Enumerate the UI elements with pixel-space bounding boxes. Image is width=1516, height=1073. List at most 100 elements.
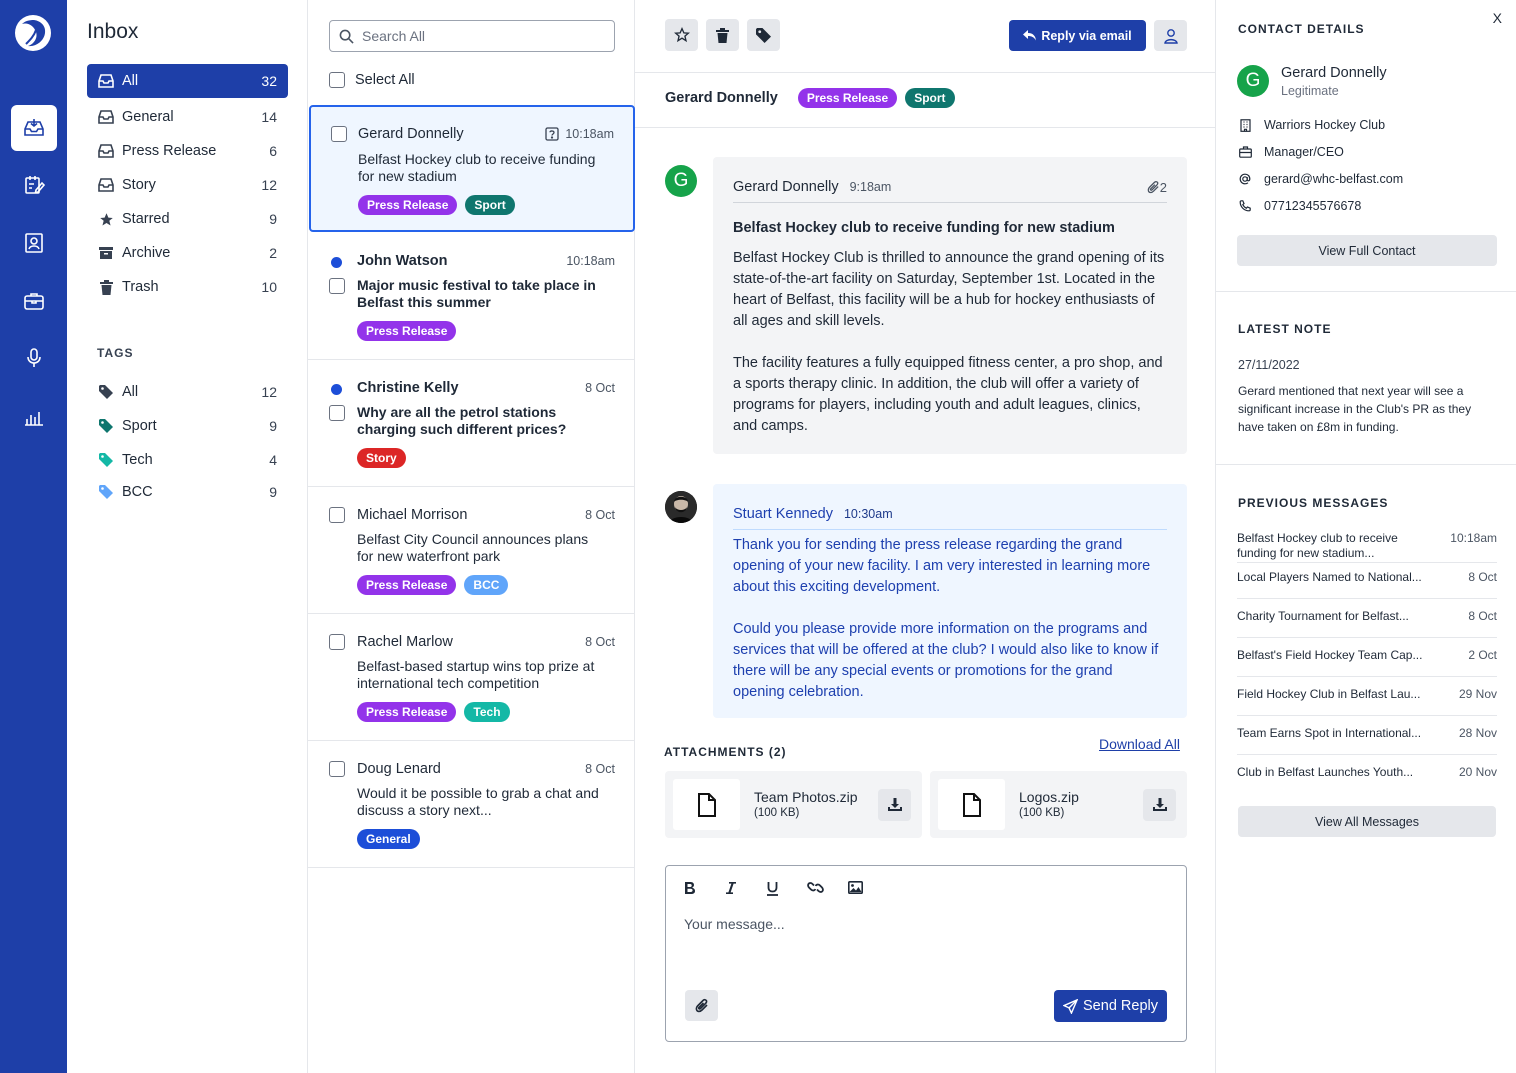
previous-message-item[interactable]: Charity Tournament for Belfast... 8 Oct [1237, 609, 1497, 638]
item-checkbox[interactable] [329, 507, 345, 523]
nav-inbox-icon[interactable] [11, 105, 57, 151]
avatar: G [1237, 65, 1269, 97]
download-all-link[interactable]: Download All [1099, 736, 1180, 752]
italic-icon[interactable] [725, 881, 766, 896]
nav-edit-icon[interactable] [11, 162, 57, 208]
previous-message-subject: Team Earns Spot in International... [1237, 726, 1422, 740]
folder-story[interactable]: Story 12 [87, 168, 288, 202]
close-panel-button[interactable]: X [1493, 10, 1502, 26]
underline-icon[interactable] [766, 881, 807, 896]
tag-label: Sport [122, 418, 157, 434]
search-box[interactable] [329, 20, 615, 52]
tag-pill[interactable]: Press Release [797, 88, 898, 108]
send-reply-button[interactable]: Send Reply [1054, 990, 1167, 1022]
item-time: 10:18am [545, 127, 614, 141]
attachment-card[interactable]: Team Photos.zip (100 KB) [665, 771, 922, 838]
list-item[interactable]: John Watson 10:18am Major music festival… [308, 233, 635, 360]
contact-phone[interactable]: 07712345576678 [1238, 199, 1361, 213]
item-subject: Would it be possible to grab a chat and … [357, 785, 599, 818]
download-button[interactable] [878, 789, 911, 821]
tag-button[interactable] [747, 19, 780, 51]
folder-count: 32 [261, 73, 277, 89]
previous-message-item[interactable]: Club in Belfast Launches Youth... 20 Nov [1237, 765, 1497, 794]
attachment-indicator[interactable]: 2 [1147, 180, 1167, 195]
item-sender: Rachel Marlow [357, 634, 453, 650]
tag-pill[interactable]: Sport [905, 88, 955, 108]
item-checkbox[interactable] [329, 278, 345, 294]
item-time: 8 Oct [585, 508, 615, 522]
tag-bcc[interactable]: BCC 9 [87, 475, 288, 509]
contact-toggle-button[interactable] [1154, 20, 1187, 51]
nav-briefcase-icon[interactable] [11, 278, 57, 324]
reply-arrow-icon [1023, 30, 1037, 41]
folder-archive[interactable]: Archive 2 [87, 236, 288, 270]
star-button[interactable] [665, 19, 698, 51]
nav-contacts-icon[interactable] [11, 220, 57, 266]
item-checkbox[interactable] [329, 634, 345, 650]
list-item[interactable]: Rachel Marlow 8 Oct Belfast-based startu… [308, 614, 635, 741]
tag-all[interactable]: All 12 [87, 375, 288, 409]
search-input[interactable] [362, 28, 602, 44]
folder-general[interactable]: General 14 [87, 100, 288, 134]
previous-message-subject: Belfast's Field Hockey Team Cap... [1237, 648, 1423, 662]
delete-button[interactable] [706, 19, 739, 51]
building-icon [1238, 118, 1252, 132]
attachment-card[interactable]: Logos.zip (100 KB) [930, 771, 1187, 838]
folder-press-release[interactable]: Press Release 6 [87, 134, 288, 168]
previous-messages-heading: PREVIOUS MESSAGES [1238, 496, 1389, 510]
download-button[interactable] [1143, 789, 1176, 821]
tag-tech[interactable]: Tech 4 [87, 443, 288, 477]
phone-icon [1238, 200, 1252, 212]
list-item[interactable]: Doug Lenard 8 Oct Would it be possible t… [308, 741, 635, 868]
item-checkbox[interactable] [329, 405, 345, 421]
previous-message-subject: Local Players Named to National... [1237, 570, 1422, 584]
select-all-label: Select All [355, 72, 415, 88]
nav-microphone-icon[interactable] [11, 335, 57, 381]
item-sender: Doug Lenard [357, 761, 441, 777]
view-full-contact-button[interactable]: View Full Contact [1237, 235, 1497, 266]
nav-analytics-icon[interactable] [11, 394, 57, 440]
select-all-checkbox[interactable] [329, 72, 345, 88]
attach-file-button[interactable] [685, 990, 718, 1021]
previous-message-item[interactable]: Team Earns Spot in International... 28 N… [1237, 726, 1497, 755]
download-icon [887, 798, 902, 812]
contact-details-heading: CONTACT DETAILS [1238, 22, 1365, 36]
select-all[interactable]: Select All [329, 72, 415, 88]
list-item[interactable]: Christine Kelly 8 Oct Why are all the pe… [308, 360, 635, 487]
previous-message-item[interactable]: Field Hockey Club in Belfast Lau... 29 N… [1237, 687, 1497, 716]
bold-icon[interactable] [684, 881, 725, 896]
folder-trash[interactable]: Trash 10 [87, 270, 288, 304]
item-checkbox[interactable] [329, 761, 345, 777]
item-tags: Press Release Tech [357, 702, 510, 722]
tag-pill: Sport [465, 195, 515, 215]
previous-message-date: 8 Oct [1468, 609, 1497, 623]
question-icon [545, 127, 559, 141]
tag-sport[interactable]: Sport 9 [87, 409, 288, 443]
folder-starred[interactable]: Starred 9 [87, 202, 288, 236]
list-item[interactable]: Gerard Donnelly 10:18am Belfast Hockey c… [309, 105, 635, 232]
previous-message-item[interactable]: Belfast's Field Hockey Team Cap... 2 Oct [1237, 648, 1497, 677]
item-sender: Gerard Donnelly [358, 126, 464, 142]
item-tags: Story [357, 448, 406, 468]
image-icon[interactable] [848, 881, 889, 896]
list-item[interactable]: Michael Morrison 8 Oct Belfast City Coun… [308, 487, 635, 614]
tag-count: 12 [261, 384, 277, 400]
app-logo-icon[interactable] [14, 14, 52, 52]
previous-message-item[interactable]: Local Players Named to National... 8 Oct [1237, 570, 1497, 599]
item-tags: General [357, 829, 420, 849]
file-icon [673, 779, 740, 830]
link-icon[interactable] [807, 881, 848, 896]
attachment-name: Team Photos.zip [754, 789, 858, 805]
message-input[interactable] [684, 916, 1164, 976]
contact-email[interactable]: gerard@whc-belfast.com [1238, 172, 1403, 186]
divider [635, 127, 1215, 128]
view-all-messages-button[interactable]: View All Messages [1238, 806, 1496, 837]
previous-message-subject: Field Hockey Club in Belfast Lau... [1237, 687, 1421, 701]
reply-via-email-button[interactable]: Reply via email [1009, 20, 1146, 51]
previous-message-item[interactable]: Belfast Hockey club to receive funding f… [1237, 531, 1497, 563]
item-checkbox[interactable] [331, 126, 347, 142]
folder-all[interactable]: All 32 [87, 64, 288, 98]
contact-organisation: Warriors Hockey Club [1238, 118, 1385, 132]
user-icon [1163, 28, 1179, 44]
format-toolbar [684, 881, 889, 896]
